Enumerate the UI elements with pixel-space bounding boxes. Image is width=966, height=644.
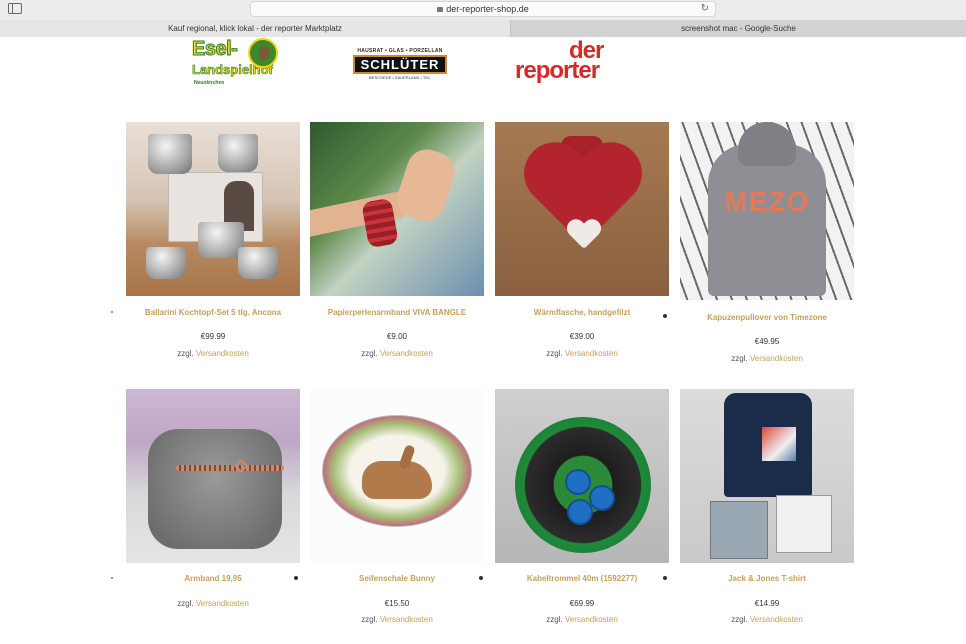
donkey-badge-icon [248, 38, 278, 68]
product-image[interactable] [680, 389, 854, 563]
separator-dot [111, 311, 113, 313]
product-image[interactable] [126, 122, 300, 296]
reload-icon[interactable]: ↻ [701, 2, 709, 16]
product-card[interactable]: Ballarini Kochtopf-Set 5 tlg. Ancona €99… [126, 122, 300, 358]
product-title[interactable]: Seifenschale Bunny [310, 574, 484, 583]
shipping-link[interactable]: Versandkosten [196, 349, 249, 358]
product-title[interactable]: Kapuzenpullover von Timezone [680, 313, 854, 322]
product-title[interactable]: Jack & Jones T-shirt [680, 574, 854, 583]
shipping-note: zzgl. Versandkosten [546, 349, 618, 358]
der-reporter-logo[interactable]: der reporter [515, 39, 615, 88]
address-bar[interactable]: der-reporter-shop.de ↻ [250, 1, 716, 17]
tab-google-search[interactable]: screenshot mac - Google-Suche [511, 20, 966, 37]
product-title[interactable]: Kabeltrommel 40m (1592277) [495, 574, 669, 583]
product-price: €69.99 [569, 599, 595, 608]
product-image[interactable] [310, 389, 484, 563]
esel-landspielhof-logo[interactable]: Esel- Landspielhof Neunkirchen [190, 38, 282, 88]
product-price: €99.99 [200, 332, 226, 341]
separator-dot [479, 576, 483, 580]
product-card[interactable]: Jack & Jones T-shirt €14.99 zzgl. Versan… [680, 389, 854, 624]
separator-dot [663, 576, 667, 580]
separator-dot [663, 314, 667, 318]
schlueter-logo[interactable]: HAUSRAT • GLAS • PORZELLAN SCHLÜTER MESC… [353, 48, 447, 80]
url-text: der-reporter-shop.de [446, 4, 529, 14]
tab-reporter-marktplatz[interactable]: Kauf regional, klick lokal - der reporte… [0, 20, 511, 37]
sidebar-toggle-icon[interactable] [8, 3, 22, 14]
product-title[interactable]: Wärmflasche, handgefilzt [495, 308, 669, 317]
separator-dot [294, 576, 298, 580]
product-card[interactable]: MEZO Kapuzenpullover von Timezone €49.95… [680, 122, 854, 363]
shipping-note: zzgl. Versandkosten [177, 599, 249, 608]
shipping-link[interactable]: Versandkosten [750, 615, 803, 624]
shipping-link[interactable]: Versandkosten [565, 349, 618, 358]
product-image[interactable] [126, 389, 300, 563]
product-card[interactable]: Seifenschale Bunny €15.50 zzgl. Versandk… [310, 389, 484, 624]
product-title[interactable]: Armband 19,95 [126, 574, 300, 583]
product-card[interactable]: Wärmflasche, handgefilzt €39.00 zzgl. Ve… [495, 122, 669, 358]
product-price: €14.99 [754, 599, 780, 608]
product-image[interactable] [495, 122, 669, 296]
shipping-note: zzgl. Versandkosten [731, 354, 803, 363]
shipping-note: zzgl. Versandkosten [361, 615, 433, 624]
browser-toolbar: der-reporter-shop.de ↻ [0, 0, 966, 20]
shipping-link[interactable]: Versandkosten [380, 349, 433, 358]
shipping-note: zzgl. Versandkosten [546, 615, 618, 624]
product-card[interactable]: Papierperlenarmband VIVA BANGLE €9.00 zz… [310, 122, 484, 358]
shipping-link[interactable]: Versandkosten [196, 599, 249, 608]
lock-icon [437, 7, 444, 12]
product-card[interactable]: Armband 19,95 zzgl. Versandkosten [126, 389, 300, 608]
product-title[interactable]: Ballarini Kochtopf-Set 5 tlg. Ancona [126, 308, 300, 317]
tab-bar: Kauf regional, klick lokal - der reporte… [0, 20, 966, 37]
shipping-link[interactable]: Versandkosten [380, 615, 433, 624]
product-price: €9.00 [386, 332, 408, 341]
product-price: €15.50 [384, 599, 410, 608]
shipping-link[interactable]: Versandkosten [750, 354, 803, 363]
separator-dot [111, 577, 113, 579]
shipping-note: zzgl. Versandkosten [731, 615, 803, 624]
product-title[interactable]: Papierperlenarmband VIVA BANGLE [310, 308, 484, 317]
product-price: €39.00 [569, 332, 595, 341]
shipping-link[interactable]: Versandkosten [565, 615, 618, 624]
product-price: €49.95 [754, 337, 780, 346]
product-image[interactable]: MEZO [680, 122, 854, 300]
product-image[interactable] [310, 122, 484, 296]
product-image[interactable] [495, 389, 669, 563]
shipping-note: zzgl. Versandkosten [177, 349, 249, 358]
shipping-note: zzgl. Versandkosten [361, 349, 433, 358]
product-card[interactable]: Kabeltrommel 40m (1592277) €69.99 zzgl. … [495, 389, 669, 624]
